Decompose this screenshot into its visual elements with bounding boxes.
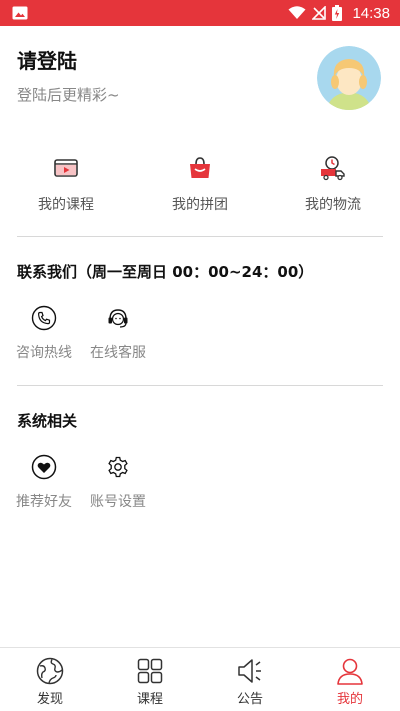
account-settings-label: 账号设置 bbox=[90, 494, 146, 510]
wifi-icon bbox=[288, 6, 306, 19]
system-section-title: 系统相关 bbox=[17, 412, 78, 430]
tab-mine-label: 我的 bbox=[336, 692, 363, 707]
my-group-buy-label: 我的拼团 bbox=[172, 197, 228, 213]
tab-courses[interactable]: 课程 bbox=[100, 656, 200, 707]
my-logistics-button[interactable]: 我的物流 bbox=[273, 150, 393, 214]
my-logistics-label: 我的物流 bbox=[305, 197, 361, 213]
tab-mine[interactable]: 我的 bbox=[300, 656, 400, 707]
status-time: 14:38 bbox=[352, 4, 390, 22]
video-course-icon bbox=[54, 159, 78, 177]
tab-discover[interactable]: 发现 bbox=[0, 656, 100, 707]
avatar[interactable] bbox=[317, 46, 381, 110]
tab-announcements[interactable]: 公告 bbox=[200, 656, 300, 707]
no-signal-icon bbox=[312, 6, 327, 20]
hotline-label: 咨询热线 bbox=[16, 345, 72, 361]
my-courses-button[interactable]: 我的课程 bbox=[6, 150, 126, 214]
avatar-image-icon bbox=[317, 46, 381, 110]
phone-icon bbox=[31, 305, 57, 331]
grid-icon bbox=[137, 658, 163, 684]
divider bbox=[17, 236, 383, 237]
tab-courses-label: 课程 bbox=[136, 692, 163, 707]
my-group-buy-button[interactable]: 我的拼团 bbox=[140, 150, 260, 214]
image-notification-icon bbox=[12, 6, 28, 20]
login-subtitle: 登陆后更精彩~ bbox=[17, 86, 120, 104]
speaker-icon bbox=[238, 659, 261, 683]
status-bar: 14:38 bbox=[0, 0, 400, 26]
tab-announcements-label: 公告 bbox=[236, 692, 263, 707]
globe-icon bbox=[36, 657, 64, 685]
online-service-label: 在线客服 bbox=[90, 345, 146, 361]
recommend-friends-label: 推荐好友 bbox=[16, 494, 72, 510]
user-icon bbox=[337, 658, 363, 685]
bottom-nav: 发现 课程 公告 我的 bbox=[0, 647, 400, 711]
heart-icon bbox=[31, 454, 57, 480]
account-settings-button[interactable]: 账号设置 bbox=[88, 454, 148, 511]
profile-header[interactable]: 请登陆 登陆后更精彩~ bbox=[0, 26, 400, 126]
tab-discover-label: 发现 bbox=[36, 692, 63, 707]
battery-charging-icon bbox=[332, 5, 343, 21]
login-title[interactable]: 请登陆 bbox=[17, 45, 77, 74]
recommend-friends-button[interactable]: 推荐好友 bbox=[14, 454, 74, 511]
delivery-truck-icon bbox=[321, 156, 345, 181]
contact-section-title: 联系我们（周一至周日 00：00~24：00） bbox=[17, 263, 314, 281]
my-courses-label: 我的课程 bbox=[38, 197, 94, 213]
online-service-button[interactable]: 在线客服 bbox=[88, 305, 148, 362]
quick-actions: 我的课程 我的拼团 我的物流 bbox=[0, 150, 400, 220]
divider bbox=[17, 385, 383, 386]
hotline-button[interactable]: 咨询热线 bbox=[14, 305, 74, 362]
gear-icon bbox=[108, 456, 128, 478]
shopping-bag-icon bbox=[190, 157, 210, 178]
headset-icon bbox=[108, 309, 128, 328]
